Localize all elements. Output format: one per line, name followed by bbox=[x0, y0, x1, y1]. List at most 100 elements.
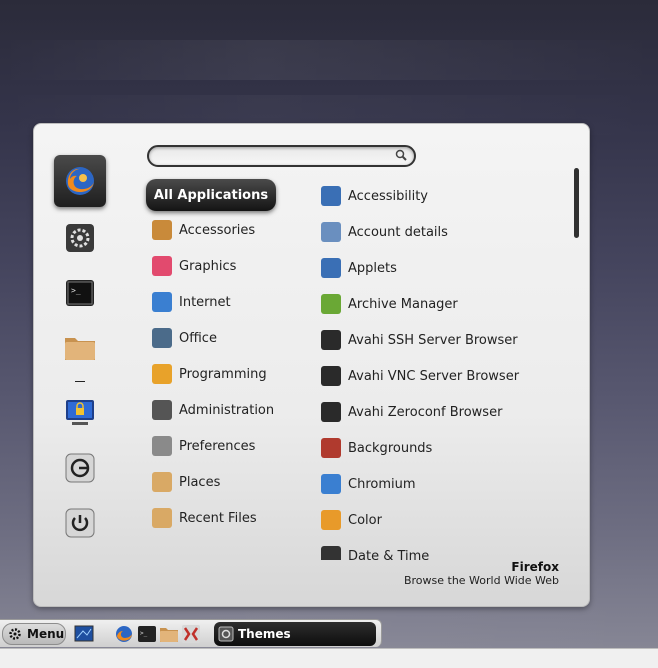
application-label: Backgrounds bbox=[348, 440, 433, 456]
favorite-folder[interactable] bbox=[54, 321, 106, 373]
category-item[interactable]: Accessories bbox=[152, 218, 255, 242]
graphics-icon bbox=[152, 256, 172, 276]
category-label: Accessories bbox=[179, 222, 256, 238]
category-label: Office bbox=[179, 330, 217, 346]
category-item[interactable]: Office bbox=[152, 326, 217, 350]
application-item[interactable]: Avahi SSH Server Browser bbox=[321, 328, 518, 352]
menu-button-label: Menu bbox=[27, 627, 65, 641]
favorite-terminal[interactable]: >_ bbox=[54, 267, 106, 319]
application-label: Applets bbox=[348, 260, 397, 276]
favorites-separator bbox=[75, 381, 85, 382]
applets-icon bbox=[321, 258, 341, 278]
application-label: Color bbox=[348, 512, 382, 528]
application-label: Date & Time bbox=[348, 548, 430, 561]
favorite-logout[interactable] bbox=[54, 442, 106, 494]
application-item[interactable]: Archive Manager bbox=[321, 292, 458, 316]
power-icon bbox=[65, 508, 95, 538]
application-label: Avahi VNC Server Browser bbox=[348, 368, 520, 384]
search-input[interactable] bbox=[157, 149, 387, 163]
places-folder-icon bbox=[152, 472, 172, 492]
application-item[interactable]: Avahi Zeroconf Browser bbox=[321, 400, 502, 424]
category-label: Recent Files bbox=[179, 510, 257, 526]
application-menu: >_ All Applications Accessories Graphics… bbox=[33, 123, 590, 607]
favorite-lock-screen[interactable] bbox=[54, 387, 106, 439]
date-time-icon bbox=[321, 546, 341, 560]
app-description-subtitle: Browse the World Wide Web bbox=[403, 574, 559, 587]
app-description-title: Firefox bbox=[511, 560, 559, 574]
application-item[interactable]: Avahi VNC Server Browser bbox=[321, 364, 519, 388]
category-item[interactable]: Preferences bbox=[152, 434, 255, 458]
category-label: Administration bbox=[179, 402, 275, 418]
applications-list[interactable]: Accessibility Account details Applets Archi… bbox=[319, 182, 569, 560]
application-label: Chromium bbox=[348, 476, 416, 492]
favorite-power[interactable] bbox=[54, 497, 106, 549]
firefox-icon bbox=[66, 167, 94, 195]
category-item[interactable]: Administration bbox=[152, 398, 274, 422]
application-label: Archive Manager bbox=[348, 296, 458, 312]
folder-launcher-icon[interactable] bbox=[159, 624, 179, 644]
archive-manager-icon bbox=[321, 294, 341, 314]
application-item[interactable]: Chromium bbox=[321, 472, 416, 496]
category-item[interactable]: Recent Files bbox=[152, 506, 257, 530]
logout-icon bbox=[65, 453, 95, 483]
menu-button[interactable]: Menu bbox=[2, 623, 66, 645]
programming-icon bbox=[152, 364, 172, 384]
category-item[interactable]: Internet bbox=[152, 290, 231, 314]
category-label: Programming bbox=[179, 366, 267, 382]
category-label: Graphics bbox=[179, 258, 237, 274]
settings-icon bbox=[66, 224, 94, 252]
category-label: Internet bbox=[179, 294, 231, 310]
account-details-icon bbox=[321, 222, 341, 242]
category-label: Preferences bbox=[179, 438, 256, 454]
desktop-icon[interactable] bbox=[74, 624, 94, 644]
terminal-launcher-icon[interactable]: >_ bbox=[137, 624, 157, 644]
terminal-icon: >_ bbox=[66, 280, 94, 306]
firefox-launcher-icon[interactable] bbox=[114, 624, 134, 644]
recent-files-icon bbox=[152, 508, 172, 528]
category-item[interactable]: Places bbox=[152, 470, 220, 494]
application-item[interactable]: Date & Time bbox=[321, 544, 429, 560]
network-icon bbox=[321, 402, 341, 422]
svg-text:>_: >_ bbox=[71, 286, 81, 295]
favorite-settings[interactable] bbox=[54, 212, 106, 264]
window-button-themes[interactable]: Themes bbox=[214, 622, 376, 646]
category-item[interactable]: Programming bbox=[152, 362, 267, 386]
application-item[interactable]: Applets bbox=[321, 256, 397, 280]
backgrounds-icon bbox=[321, 438, 341, 458]
application-item[interactable]: Backgrounds bbox=[321, 436, 432, 460]
svg-text:>_: >_ bbox=[140, 630, 148, 637]
internet-icon bbox=[152, 292, 172, 312]
taskbar: Menu >_ Themes bbox=[0, 619, 382, 647]
administration-icon bbox=[152, 400, 172, 420]
network-icon bbox=[321, 330, 341, 350]
scrollbar[interactable] bbox=[574, 168, 579, 238]
bottom-panel-strip bbox=[0, 648, 658, 668]
category-all-applications[interactable]: All Applications bbox=[146, 179, 276, 211]
application-label: Avahi SSH Server Browser bbox=[348, 332, 518, 348]
application-item[interactable]: Accessibility bbox=[321, 184, 428, 208]
application-item[interactable]: Account details bbox=[321, 220, 448, 244]
category-label: All Applications bbox=[153, 187, 269, 203]
folder-icon bbox=[65, 338, 95, 360]
network-icon bbox=[321, 366, 341, 386]
application-label: Account details bbox=[348, 224, 448, 240]
chromium-icon bbox=[321, 474, 341, 494]
office-icon bbox=[152, 328, 172, 348]
accessories-icon bbox=[152, 220, 172, 240]
window-button-label: Themes bbox=[238, 627, 291, 641]
gear-icon bbox=[9, 628, 21, 640]
search-icon bbox=[395, 149, 407, 161]
themes-app-icon bbox=[218, 626, 234, 642]
pdf-viewer-launcher-icon[interactable] bbox=[181, 624, 201, 644]
application-label: Avahi Zeroconf Browser bbox=[348, 404, 503, 420]
color-icon bbox=[321, 510, 341, 530]
search-box[interactable] bbox=[147, 145, 416, 167]
application-item[interactable]: Color bbox=[321, 508, 382, 532]
favorite-firefox[interactable] bbox=[54, 155, 106, 207]
lock-screen-icon bbox=[66, 400, 94, 425]
category-label: Places bbox=[179, 474, 221, 490]
accessibility-icon bbox=[321, 186, 341, 206]
category-item[interactable]: Graphics bbox=[152, 254, 236, 278]
application-label: Accessibility bbox=[348, 188, 428, 204]
preferences-icon bbox=[152, 436, 172, 456]
